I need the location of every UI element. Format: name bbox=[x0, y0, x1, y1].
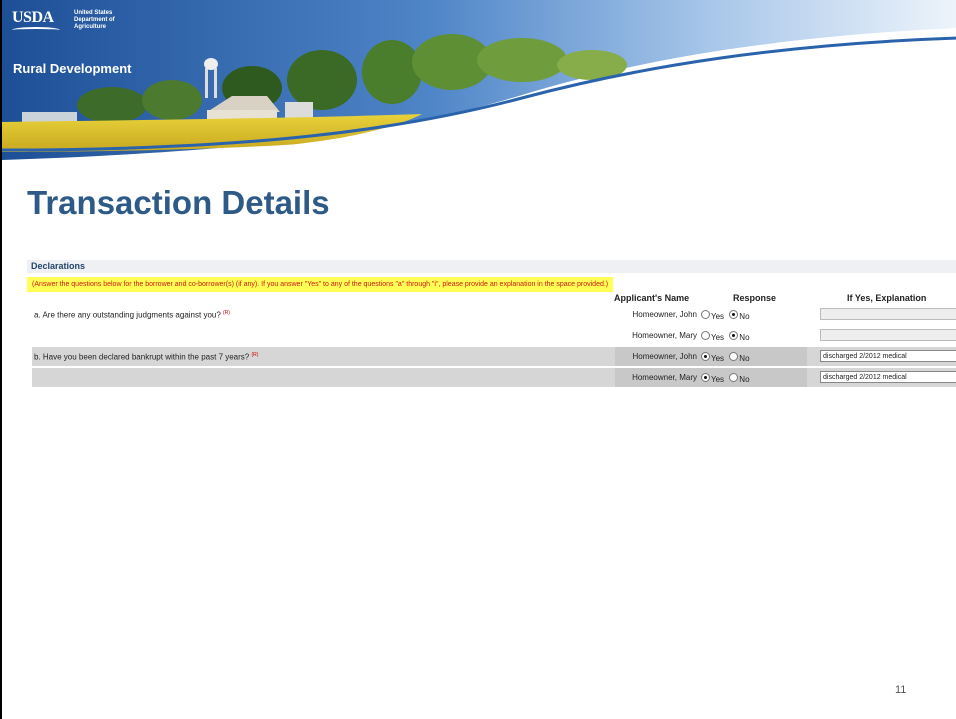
response-group: Yes No bbox=[697, 347, 807, 366]
response-group: Yes No bbox=[697, 326, 807, 345]
no-radio[interactable] bbox=[729, 310, 739, 320]
response-group: Yes No bbox=[697, 305, 807, 324]
applicant-name: Homeowner, John bbox=[632, 310, 697, 319]
no-radio[interactable] bbox=[729, 373, 739, 383]
slide: USDA United States Department of Agricul… bbox=[0, 0, 956, 719]
declarations-form: Declarations (Answer the questions below… bbox=[27, 260, 956, 387]
page-title: Transaction Details bbox=[27, 184, 330, 221]
column-header-response: Response bbox=[733, 293, 777, 303]
yes-label: Yes bbox=[711, 333, 725, 343]
agency-line-2: Department of bbox=[74, 17, 115, 23]
applicant-name: Homeowner, Mary bbox=[615, 368, 697, 387]
explanation-field[interactable] bbox=[820, 329, 956, 341]
required-marker: (R) bbox=[251, 352, 259, 358]
yes-label: Yes bbox=[711, 312, 725, 322]
no-label: No bbox=[739, 312, 750, 322]
table-row: Homeowner, Mary Yes No bbox=[32, 326, 956, 345]
banner: USDA United States Department of Agricul… bbox=[2, 0, 956, 165]
question-a: a. Are there any outstanding judgments a… bbox=[34, 310, 230, 320]
response-group: Yes No bbox=[697, 368, 807, 387]
no-radio[interactable] bbox=[729, 352, 739, 362]
yes-radio[interactable] bbox=[701, 310, 710, 320]
required-marker: (R) bbox=[223, 310, 230, 316]
question-text: a. Are there any outstanding judgments a… bbox=[34, 310, 221, 320]
no-label: No bbox=[739, 333, 750, 343]
no-label: No bbox=[739, 375, 750, 385]
no-label: No bbox=[739, 354, 750, 364]
usda-logo[interactable]: USDA bbox=[12, 10, 60, 33]
question-b: b. Have you been declared bankrupt withi… bbox=[34, 352, 258, 362]
table-row: Homeowner, Mary Yes No discharged 2/2012… bbox=[32, 368, 956, 387]
table-row: a. Are there any outstanding judgments a… bbox=[32, 305, 956, 324]
yes-radio[interactable] bbox=[701, 352, 710, 362]
explanation-field[interactable]: discharged 2/2012 medical bbox=[820, 371, 956, 383]
explanation-field[interactable] bbox=[820, 308, 956, 320]
agency-name: United States Department of Agriculture bbox=[74, 10, 115, 31]
mission-area-title: Rural Development bbox=[13, 61, 132, 76]
yes-label: Yes bbox=[711, 375, 725, 385]
applicant-name: Homeowner, John bbox=[615, 347, 697, 366]
no-radio[interactable] bbox=[729, 331, 739, 341]
column-header-explanation: If Yes, Explanation bbox=[847, 293, 927, 303]
yes-radio[interactable] bbox=[701, 373, 710, 383]
applicant-name: Homeowner, Mary bbox=[632, 331, 697, 340]
yes-radio[interactable] bbox=[701, 331, 710, 341]
question-text: b. Have you been declared bankrupt withi… bbox=[34, 352, 250, 362]
page-number: 11 bbox=[895, 684, 907, 696]
declarations-section-header: Declarations bbox=[27, 260, 956, 273]
agency-line-3: Agriculture bbox=[74, 24, 107, 30]
usda-wordmark: USDA bbox=[12, 9, 54, 26]
banner-landscape-image bbox=[2, 0, 956, 165]
table-row: b. Have you been declared bankrupt withi… bbox=[32, 347, 956, 366]
declarations-instructions: (Answer the questions below for the borr… bbox=[27, 277, 614, 292]
yes-label: Yes bbox=[711, 354, 725, 364]
usda-swoop-icon bbox=[12, 27, 60, 33]
usda-logo-block: USDA United States Department of Agricul… bbox=[12, 10, 115, 33]
column-header-applicant: Applicant's Name bbox=[614, 293, 690, 303]
agency-line-1: United States bbox=[74, 10, 113, 16]
explanation-field[interactable]: discharged 2/2012 medical bbox=[820, 350, 956, 362]
